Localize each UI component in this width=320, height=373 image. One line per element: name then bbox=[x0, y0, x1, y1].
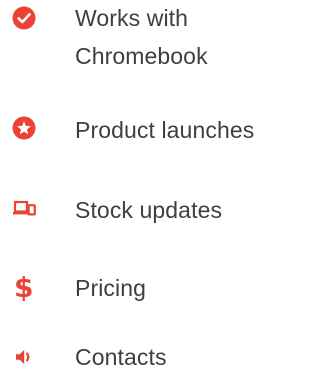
list-item-product-launches: Product launches bbox=[0, 112, 287, 148]
list-item-label: Pricing bbox=[75, 275, 147, 301]
star-circle-icon bbox=[12, 116, 36, 140]
list-item-label: Works with bbox=[75, 5, 189, 31]
list-item-contacts: Contacts bbox=[0, 341, 287, 373]
devices-icon bbox=[12, 197, 36, 221]
list-item-works-with-chromebook: Works with Chromebook bbox=[0, 0, 287, 80]
list-item-pricing: $ Pricing bbox=[0, 270, 287, 306]
check-circle-icon bbox=[12, 6, 36, 30]
feature-list: Works with Chromebook Product launches S… bbox=[0, 0, 287, 371]
speaker-icon bbox=[12, 345, 36, 369]
list-item-label: Product launches bbox=[75, 117, 255, 143]
list-item-label: Stock updates bbox=[75, 197, 223, 223]
list-item-stock-updates: Stock updates bbox=[0, 192, 287, 228]
list-item-label: Contacts bbox=[75, 344, 167, 370]
list-item-label-continued: Chromebook bbox=[75, 43, 208, 69]
dollar-icon: $ bbox=[14, 271, 34, 304]
